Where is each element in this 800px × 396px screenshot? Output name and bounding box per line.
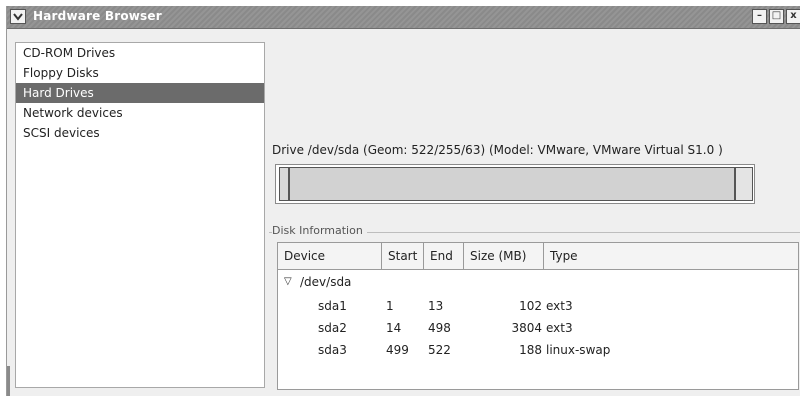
cell-start: 499 [386,343,409,357]
partition-segment-sda1[interactable] [279,167,289,201]
column-header-device[interactable]: Device [278,243,382,269]
cell-start: 14 [386,321,402,335]
sidebar-item-label: SCSI devices [23,126,100,140]
sidebar-item-label: Floppy Disks [23,66,99,80]
sidebar-item-hard-drives[interactable]: Hard Drives [16,83,264,103]
cell-type: ext3 [546,299,573,313]
resize-handle[interactable] [7,366,10,396]
cell-size: 102 [519,299,542,313]
cell-device: sda2 [318,321,347,335]
sidebar-item-scsi-devices[interactable]: SCSI devices [16,123,264,143]
sidebar-item-cdrom-drives[interactable]: CD-ROM Drives [16,43,264,63]
device-category-list: CD-ROM Drives Floppy Disks Hard Drives N… [15,42,265,388]
window-menu-button[interactable] [10,9,26,24]
drive-description: Drive /dev/sda (Geom: 522/255/63) (Model… [272,143,723,157]
cell-device: sda3 [318,343,347,357]
window-title: Hardware Browser [33,9,162,23]
maximize-button[interactable]: □ [769,9,784,24]
sidebar-item-floppy-disks[interactable]: Floppy Disks [16,63,264,83]
chevron-down-icon [13,12,23,21]
cell-end: 522 [428,343,451,357]
hardware-browser-window: Hardware Browser – □ x CD-ROM Drives Flo… [6,6,800,396]
sidebar-item-label: CD-ROM Drives [23,46,116,60]
cell-size: 188 [519,343,542,357]
minimize-button[interactable]: – [752,9,767,24]
column-header-start[interactable]: Start [382,243,424,269]
cell-type: ext3 [546,321,573,335]
device-name: /dev/sda [300,275,352,289]
cell-end: 13 [428,299,444,313]
title-bar[interactable]: Hardware Browser – □ x [7,6,800,29]
table-header: Device Start End Size (MB) Type [278,243,798,270]
column-header-end[interactable]: End [424,243,464,269]
cell-end: 498 [428,321,451,335]
table-row[interactable]: sda2 14 498 3804 ext3 [278,317,798,339]
sidebar-item-label: Network devices [23,106,123,120]
partition-table: Device Start End Size (MB) Type ▽ /dev/s… [277,242,799,390]
partition-segment-sda3[interactable] [735,167,753,201]
cell-start: 1 [386,299,394,313]
sidebar-item-network-devices[interactable]: Network devices [16,103,264,123]
expander-triangle-icon[interactable]: ▽ [284,271,292,293]
table-row-parent[interactable]: ▽ /dev/sda [278,271,798,293]
partition-segment-sda2[interactable] [289,167,735,201]
cell-device: sda1 [318,299,347,313]
cell-type: linux-swap [546,343,611,357]
disk-information-label: Disk Information [272,224,367,237]
sidebar-item-label: Hard Drives [23,86,94,100]
table-row[interactable]: sda1 1 13 102 ext3 [278,295,798,317]
partition-bar [275,164,755,204]
table-row[interactable]: sda3 499 522 188 linux-swap [278,339,798,361]
cell-size: 3804 [511,321,542,335]
close-button[interactable]: x [786,9,800,24]
column-header-type[interactable]: Type [544,243,798,269]
column-header-size[interactable]: Size (MB) [464,243,544,269]
